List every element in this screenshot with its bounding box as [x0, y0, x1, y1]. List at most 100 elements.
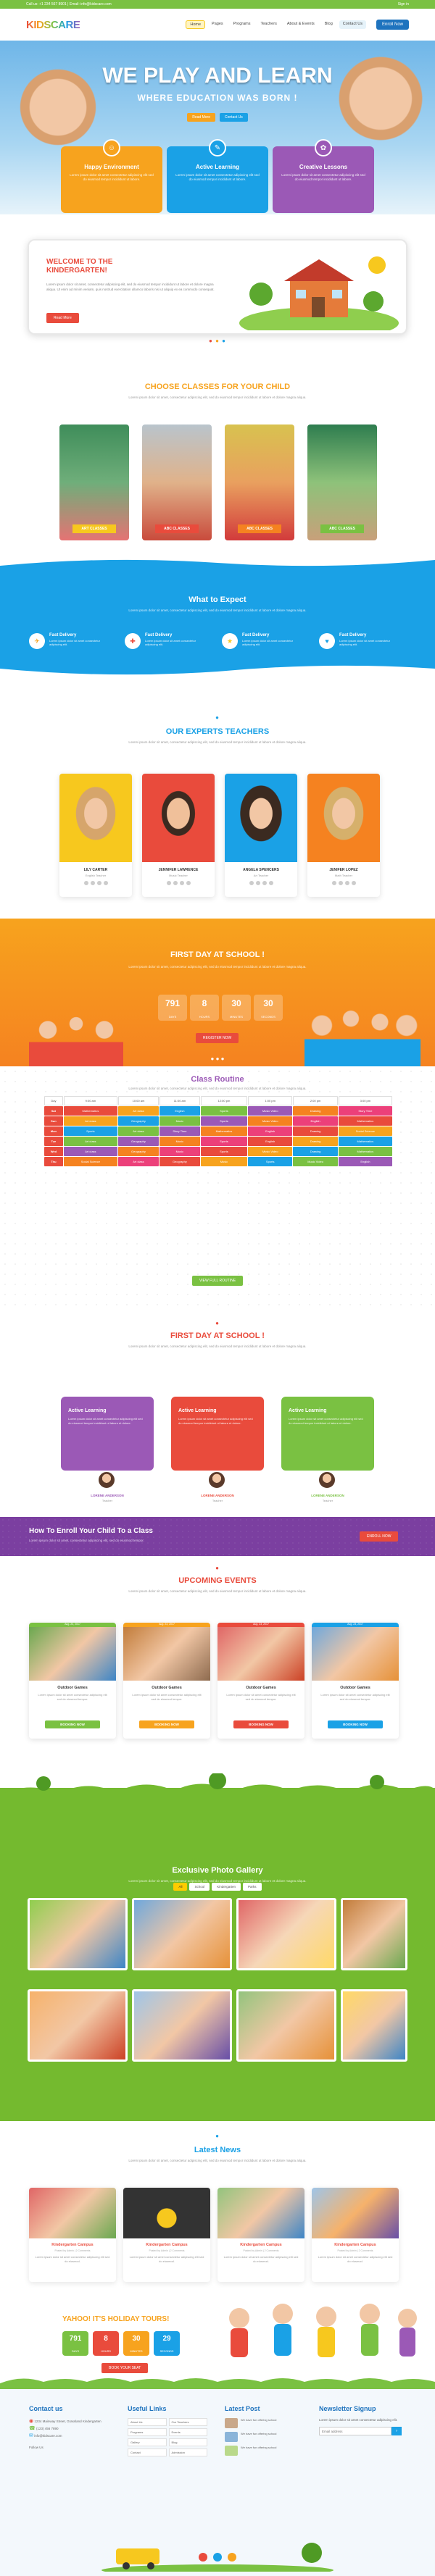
countdown-value: 791	[165, 998, 181, 1008]
linkedin-icon[interactable]	[186, 881, 191, 885]
nav-home[interactable]: Home	[186, 20, 206, 29]
hero-contact-button[interactable]: Contact Us	[220, 113, 248, 122]
newsletter-submit-button[interactable]: ›	[392, 2427, 402, 2435]
view-routine-button[interactable]: VIEW FULL ROUTINE	[191, 1276, 244, 1286]
twitter-icon[interactable]	[173, 881, 178, 885]
class-card-art[interactable]: ART CLASSES	[59, 425, 129, 540]
gallery-image[interactable]	[341, 1989, 407, 2062]
booking-now-button[interactable]: BOOKING NOW	[139, 1720, 194, 1728]
facebook-icon[interactable]	[83, 881, 88, 885]
teacher-card[interactable]: JENNIFER LAWRENCE Music Teacher	[142, 774, 215, 897]
footer-link[interactable]: Our Teachers	[168, 2418, 207, 2426]
booking-now-button[interactable]: BOOKING NOW	[328, 1720, 383, 1728]
routine-cell: Geography	[117, 1147, 159, 1156]
teacher-avatar	[97, 1471, 116, 1489]
site-logo[interactable]: KIDSCARE	[26, 19, 80, 31]
welcome-read-more-button[interactable]: Read More	[46, 313, 79, 323]
gallery-image[interactable]	[236, 1898, 336, 1970]
footer-link[interactable]: Contact	[128, 2449, 167, 2456]
nav-about-events[interactable]: About & Events	[283, 20, 318, 29]
newsletter-email-input[interactable]	[319, 2427, 392, 2435]
enroll-banner-button[interactable]: ENROLL NOW	[360, 1531, 399, 1542]
footer-link[interactable]: Events	[168, 2428, 207, 2436]
enroll-now-button[interactable]: Enroll Now	[376, 20, 409, 30]
gallery-image[interactable]	[341, 1898, 407, 1970]
newsletter-text: Lorem ipsum dolor sit amet consectetur a…	[319, 2418, 398, 2422]
book-your-seat-button[interactable]: BOOK YOUR SEAT	[102, 2363, 149, 2373]
footer-link[interactable]: Gallery	[128, 2438, 167, 2446]
teacher-card[interactable]: LILY CARTER English Teacher	[59, 774, 132, 897]
tab-school[interactable]: School	[189, 1883, 210, 1891]
register-now-button[interactable]: REGISTER NOW	[196, 1033, 239, 1043]
expect-item: ✈ Fast Delivery Lorem ipsum dolor sit amet…	[29, 633, 109, 649]
tab-parks[interactable]: Parks	[243, 1883, 262, 1891]
gallery-image[interactable]	[132, 1989, 232, 2062]
testimonial-name: LORENE ANDERSON	[91, 1494, 124, 1497]
teacher-role: Art Teacher	[253, 874, 269, 877]
routine-cell: Sports	[248, 1157, 293, 1166]
footer-link[interactable]: Blog	[168, 2438, 207, 2446]
linkedin-icon[interactable]	[268, 881, 273, 885]
footer-links-title: Useful Links	[128, 2405, 167, 2412]
facebook-icon[interactable]	[166, 881, 171, 885]
routine-cell: Drawing	[293, 1147, 338, 1156]
teacher-card[interactable]: ANGELA SPENCERS Art Teacher	[225, 774, 297, 897]
gallery-image[interactable]	[132, 1898, 232, 1970]
feature-text: Lorem ipsum dolor sit amet consectetur a…	[70, 173, 154, 181]
countdown-days: 791 DAYS	[158, 995, 187, 1021]
news-card[interactable]: Kindergarten Campus Posted by Admin | 2 C…	[312, 2188, 399, 2282]
news-card[interactable]: Kindergarten Campus Posted by Admin | 2 C…	[218, 2188, 304, 2282]
footer-link[interactable]: Programs	[128, 2428, 167, 2436]
tab-all[interactable]: All	[173, 1883, 188, 1891]
class-card-abc-2[interactable]: ABC CLASSES	[225, 425, 294, 540]
routine-cell: Mathematics	[338, 1147, 392, 1156]
class-card-abc-1[interactable]: ABC CLASSES	[142, 425, 212, 540]
teacher-card[interactable]: JENIFER LOPEZ Math Teacher	[307, 774, 380, 897]
countdown-label: DAYS	[71, 2350, 80, 2353]
twitter-icon[interactable]	[338, 881, 343, 885]
nav-programs[interactable]: Programs	[230, 20, 254, 29]
nav-pages[interactable]: Pages	[208, 20, 227, 29]
footer-post[interactable]: We have fun offering school	[225, 2446, 312, 2456]
first-day-desc: Lorem ipsum dolor sit amet, consectetur …	[128, 965, 307, 969]
routine-cell: Geography	[117, 1116, 159, 1126]
booking-now-button[interactable]: BOOKING NOW	[45, 1720, 100, 1728]
hero-read-more-button[interactable]: Read More	[187, 113, 215, 122]
gallery-image[interactable]	[28, 1989, 128, 2062]
booking-now-button[interactable]: BOOKING NOW	[233, 1720, 289, 1728]
footer-link[interactable]: About Us	[128, 2418, 167, 2426]
google-icon[interactable]	[179, 881, 184, 885]
gallery-image[interactable]	[236, 1989, 336, 2062]
gallery-image[interactable]	[28, 1898, 128, 1970]
nav-teachers[interactable]: Teachers	[257, 20, 281, 29]
routine-cell: Geography	[117, 1137, 159, 1146]
news-card[interactable]: Kindergarten Campus Posted by Admin | 2 C…	[29, 2188, 116, 2282]
google-icon[interactable]	[344, 881, 349, 885]
routine-desc: Lorem ipsum dolor sit amet, consectetur …	[128, 1087, 307, 1090]
site-header: KIDSCARE Home Pages Programs Teachers Ab…	[0, 9, 435, 41]
nav-blog[interactable]: Blog	[321, 20, 336, 29]
decor-dots: ● ● ●	[209, 338, 226, 344]
linkedin-icon[interactable]	[103, 881, 108, 885]
google-icon[interactable]	[262, 881, 267, 885]
facebook-icon[interactable]	[249, 881, 254, 885]
nav-contact[interactable]: Contact Us	[339, 20, 366, 29]
teacher-name: ANGELA SPENCERS	[243, 868, 279, 872]
routine-cell: English	[248, 1137, 293, 1146]
class-card-abc-3[interactable]: ABC CLASSES	[307, 425, 377, 540]
teacher-photo	[59, 774, 132, 862]
holiday-countdown-seconds: 29 SECONDS	[154, 2331, 180, 2356]
teacher-avatar	[207, 1471, 226, 1489]
footer-post[interactable]: We have fun offering school	[225, 2432, 312, 2442]
twitter-icon[interactable]	[255, 881, 260, 885]
google-icon[interactable]	[96, 881, 102, 885]
sign-in-link[interactable]: Sign in	[398, 2, 409, 7]
tab-kindergarten[interactable]: Kindergarten	[212, 1883, 241, 1891]
footer-post[interactable]: We have fun offering school	[225, 2418, 312, 2428]
footer-link[interactable]: Admission	[168, 2449, 207, 2456]
linkedin-icon[interactable]	[351, 881, 356, 885]
twitter-icon[interactable]	[90, 881, 95, 885]
news-card[interactable]: Kindergarten Campus Posted by Admin | 2 C…	[123, 2188, 210, 2282]
facebook-icon[interactable]	[331, 881, 336, 885]
events-title: UPCOMING EVENTS	[178, 1576, 257, 1585]
